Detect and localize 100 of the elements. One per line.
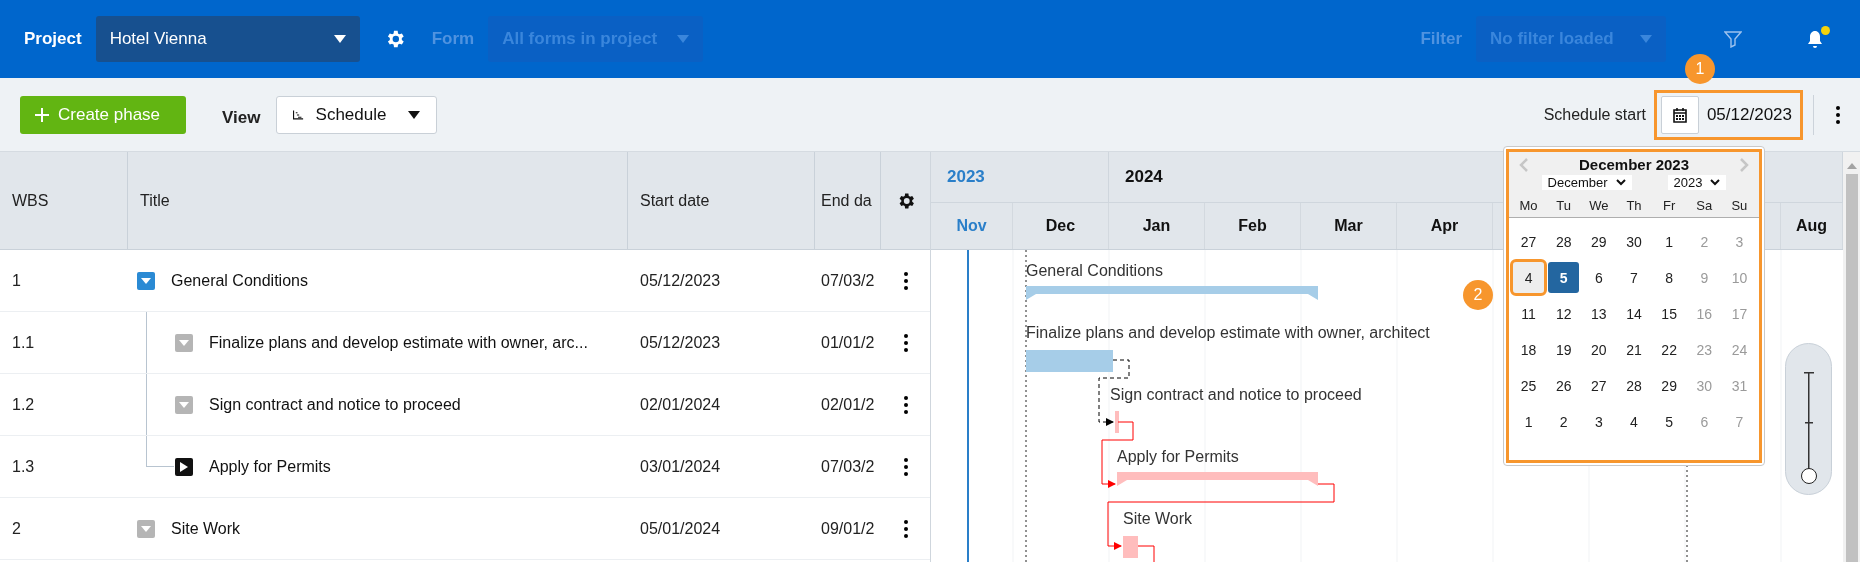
- caret-icon: [408, 110, 421, 119]
- calendar-day[interactable]: 12: [1548, 298, 1580, 329]
- calendar-day[interactable]: 6: [1583, 262, 1615, 293]
- task-label: Site Work: [1123, 510, 1193, 527]
- calendar-day[interactable]: 22: [1653, 334, 1685, 365]
- column-header[interactable]: WBS: [0, 152, 128, 249]
- end-date-cell-text: 07/03/2: [820, 457, 876, 476]
- title-cell: Site Work: [171, 519, 241, 538]
- plus-icon: [34, 106, 50, 123]
- task-label: Finalize plans and develop estimate with owner, architect: [1026, 324, 1430, 341]
- calendar-day[interactable]: 28: [1618, 370, 1650, 401]
- form-label: Form: [431, 29, 475, 49]
- month-select[interactable]: December: [1541, 175, 1632, 190]
- column-header[interactable]: End da: [815, 152, 881, 249]
- calendar-day[interactable]: 2: [1548, 406, 1580, 437]
- bell-icon[interactable]: [1806, 29, 1824, 49]
- calendar-day[interactable]: 4: [1513, 262, 1545, 293]
- more-icon[interactable]: [903, 457, 908, 476]
- calendar-day[interactable]: 20: [1583, 334, 1615, 365]
- calendar-day[interactable]: 8: [1653, 262, 1685, 293]
- task-label: Apply for Permits: [1117, 448, 1239, 465]
- end-date-cell-text: 07/03/2: [820, 271, 876, 290]
- table-row[interactable]: 1 General Conditions 05/12/2023 07/03/2: [0, 250, 930, 312]
- calendar-day[interactable]: 28: [1548, 226, 1580, 257]
- expand-icon[interactable]: [175, 457, 193, 476]
- end-date-cell-text: 01/01/2: [820, 333, 876, 352]
- slider-handle[interactable]: [1800, 468, 1817, 484]
- calendar-day[interactable]: 7: [1618, 262, 1650, 293]
- more-icon[interactable]: [1836, 105, 1840, 124]
- wbs-cell-text: 2: [11, 519, 22, 538]
- calendar-day[interactable]: 26: [1548, 370, 1580, 401]
- start-date-cell-text: 03/01/2024: [639, 457, 722, 476]
- caret-icon: [1640, 35, 1652, 43]
- calendar-day[interactable]: 19: [1548, 334, 1580, 365]
- calendar-day[interactable]: 15: [1653, 298, 1685, 329]
- filter-label: Filter: [1420, 29, 1462, 49]
- more-icon[interactable]: [903, 519, 908, 538]
- dependency-line: [1137, 545, 1155, 562]
- column-header[interactable]: Title: [128, 152, 628, 249]
- calendar-day[interactable]: 13: [1583, 298, 1615, 329]
- start-date-cell-text: 05/12/2023: [639, 271, 722, 290]
- end-date-cell-text: 02/01/2: [820, 395, 876, 414]
- calendar-day[interactable]: 27: [1513, 226, 1545, 257]
- month-header: Nov: [931, 203, 1013, 249]
- month-header: Jan: [1109, 203, 1205, 249]
- calendar-day[interactable]: 4: [1618, 406, 1650, 437]
- step-badge: 2: [1463, 280, 1493, 310]
- calendar-day[interactable]: 11: [1513, 298, 1545, 329]
- zoom-slider[interactable]: [1785, 343, 1832, 495]
- calendar-day[interactable]: 25: [1513, 370, 1545, 401]
- calendar-day[interactable]: 30: [1618, 226, 1650, 257]
- title-cell: General Conditions: [171, 271, 308, 290]
- table-row[interactable]: 2 Site Work 05/01/2024 09/01/2: [0, 498, 930, 560]
- calendar-day[interactable]: 21: [1618, 334, 1650, 365]
- view-dropdown[interactable]: Schedule: [276, 95, 438, 134]
- wbs-cell-text: 1.3: [11, 457, 36, 476]
- column-header[interactable]: Start date: [628, 152, 815, 249]
- table-row[interactable]: 1.1 Finalize plans and develop estimate with owner, arc... 05/12/2023 01/01/2: [0, 312, 930, 374]
- wbs-cell-text: 1.1: [11, 333, 36, 352]
- project-select[interactable]: Hotel Vienna: [95, 16, 360, 62]
- month-header: Feb: [1205, 203, 1301, 249]
- calendar-day[interactable]: 29: [1653, 370, 1685, 401]
- project-label: Project: [24, 29, 82, 49]
- calendar-day[interactable]: 14: [1618, 298, 1650, 329]
- view-label: View: [222, 107, 261, 128]
- end-date-cell-text: 09/01/2: [820, 519, 876, 538]
- task-label: General Conditions: [1026, 262, 1163, 279]
- milestone-marker[interactable]: [1115, 411, 1119, 433]
- scrollbar[interactable]: [1843, 152, 1860, 562]
- start-date-cell-text: 02/01/2024: [639, 395, 722, 414]
- title-cell: Apply for Permits: [209, 457, 331, 476]
- wbs-cell-text: 1: [11, 271, 22, 290]
- filter-icon[interactable]: [1724, 30, 1742, 48]
- more-icon[interactable]: [903, 333, 908, 352]
- calendar-button[interactable]: [1660, 95, 1699, 134]
- schedule-start-field[interactable]: 05/12/2023: [1653, 89, 1803, 140]
- calendar-day[interactable]: 18: [1513, 334, 1545, 365]
- month-header: Dec: [1013, 203, 1109, 249]
- table-row[interactable]: 1.2 Sign contract and notice to proceed 02/01/2024 02/01/2: [0, 374, 930, 436]
- month-header: Apr: [1397, 203, 1493, 249]
- more-icon[interactable]: [903, 395, 908, 414]
- calendar-day[interactable]: 3: [1583, 406, 1615, 437]
- year-select[interactable]: 2023: [1667, 175, 1727, 190]
- calendar-icon: [1672, 106, 1687, 123]
- calendar-day[interactable]: 5: [1548, 262, 1580, 293]
- calendar-title: December 2023: [1578, 156, 1690, 173]
- title-cell: Finalize plans and develop estimate with owner, arc...: [209, 333, 588, 352]
- calendar-day[interactable]: 27: [1583, 370, 1615, 401]
- year-header: 2023: [931, 152, 1109, 202]
- calendar-day[interactable]: 1: [1513, 406, 1545, 437]
- calendar-day[interactable]: 1: [1653, 226, 1685, 257]
- more-icon[interactable]: [903, 271, 908, 290]
- calendar-day[interactable]: 5: [1653, 406, 1685, 437]
- collapse-icon[interactable]: [137, 271, 155, 290]
- task-label: Sign contract and notice to proceed: [1110, 386, 1362, 403]
- calendar-day[interactable]: 29: [1583, 226, 1615, 257]
- table-row[interactable]: 1.3 Apply for Permits 03/01/2024 07/03/2: [0, 436, 930, 498]
- start-date-cell-text: 05/01/2024: [639, 519, 722, 538]
- title-cell: Sign contract and notice to proceed: [209, 395, 461, 414]
- month-header: Mar: [1301, 203, 1397, 249]
